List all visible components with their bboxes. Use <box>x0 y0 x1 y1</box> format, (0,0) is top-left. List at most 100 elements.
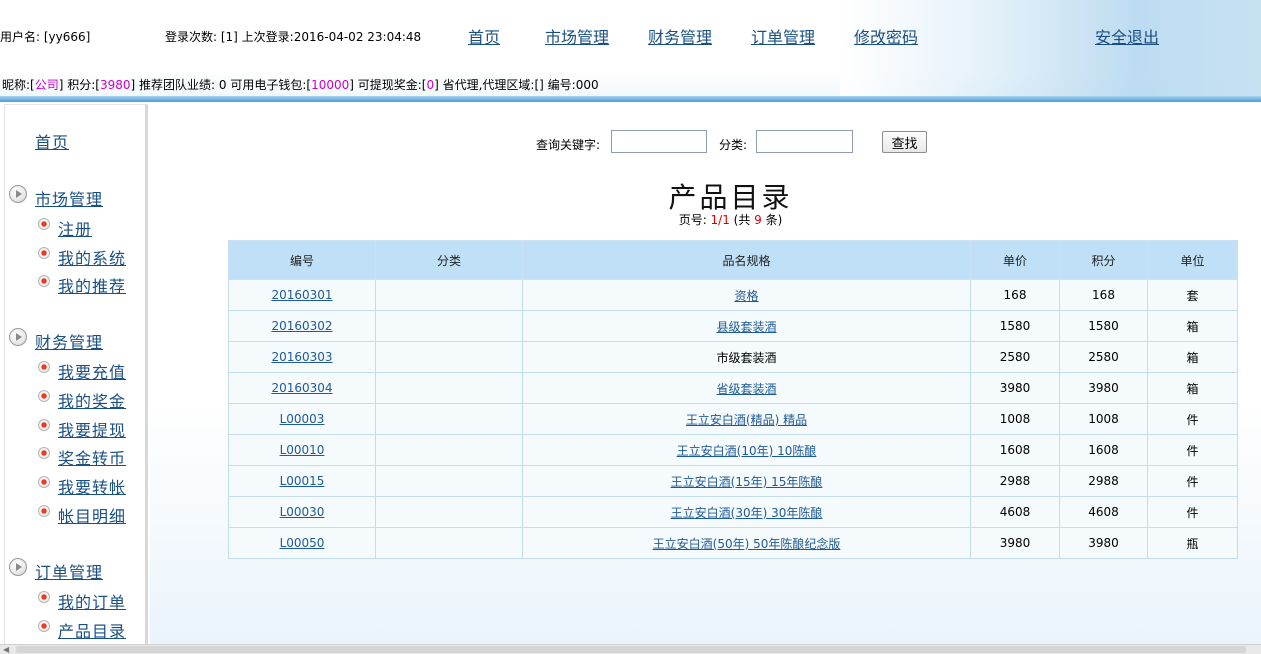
top-header: 用户名: [yy666] 登录次数: [1] 上次登录:2016-04-02 2… <box>0 0 1261 102</box>
bonus-value: 0 <box>426 78 435 92</box>
table-row: L00010 王立安白酒(10年) 10陈酿 1608 1608 件 <box>228 434 1238 466</box>
sidebar-item-statement[interactable]: 帐目明细 <box>58 503 126 527</box>
product-unit-cell: 件 <box>1147 403 1238 435</box>
search-keyword-input[interactable] <box>611 130 707 153</box>
scrollbar-thumb[interactable] <box>16 646 1246 653</box>
product-name-cell: 王立安白酒(50年) 50年陈酿纪念版 <box>522 527 971 559</box>
product-category-cell <box>375 372 523 404</box>
column-header-category: 分类 <box>375 240 523 280</box>
sidebar-group-market[interactable]: 市场管理 <box>35 186 103 210</box>
product-name-link[interactable]: 王立安白酒(50年) 50年陈酿纪念版 <box>653 537 841 551</box>
main-content: 查询关键字: 分类: 查找 产品目录 页号: 1/1 (共 9 条) 编号 分类… <box>150 102 1261 644</box>
header-sky-decoration <box>840 0 1261 100</box>
product-name-link[interactable]: 省级套装酒 <box>716 382 776 396</box>
search-keyword-label: 查询关键字: <box>536 138 601 152</box>
column-header-name: 品名规格 <box>522 240 971 280</box>
nav-orders-link[interactable]: 订单管理 <box>751 24 815 48</box>
search-button[interactable]: 查找 <box>882 131 927 153</box>
product-price-cell: 3980 <box>970 372 1060 404</box>
table-body: 20160301 资格 168 168 套 20160302 县级套装酒 1580 1580 箱 2… <box>228 279 1238 559</box>
sidebar-group-finance[interactable]: 财务管理 <box>35 329 103 353</box>
product-code-link[interactable]: L00050 <box>280 536 325 550</box>
sidebar-item-my-system[interactable]: 我的系统 <box>58 245 126 269</box>
page-info-mid: (共 <box>729 213 755 227</box>
product-name-link[interactable]: 王立安白酒(15年) 15年陈酿 <box>671 475 823 489</box>
nav-password-link[interactable]: 修改密码 <box>854 24 918 48</box>
logout-link[interactable]: 安全退出 <box>1095 24 1159 48</box>
product-name-cell: 王立安白酒(15年) 15年陈酿 <box>522 465 971 497</box>
product-code-link[interactable]: 20160303 <box>271 350 332 364</box>
horizontal-scrollbar[interactable]: ◀ <box>0 644 1261 654</box>
nav-finance-link[interactable]: 财务管理 <box>648 24 712 48</box>
sidebar-item-transfer[interactable]: 我要转帐 <box>58 474 126 498</box>
sidebar-home-link[interactable]: 首页 <box>35 129 69 153</box>
product-name-cell: 市级套装酒 <box>522 341 971 373</box>
product-code-link[interactable]: L00010 <box>280 443 325 457</box>
product-code-cell: 20160304 <box>228 372 376 404</box>
product-code-link[interactable]: 20160304 <box>271 381 332 395</box>
product-unit-cell: 件 <box>1147 465 1238 497</box>
product-price-cell: 3980 <box>970 527 1060 559</box>
product-name-link[interactable]: 县级套装酒 <box>716 320 776 334</box>
product-unit-cell: 件 <box>1147 434 1238 466</box>
login-info: 登录次数: [1] 上次登录:2016-04-02 23:04:48 <box>165 30 422 44</box>
sidebar-group-orders[interactable]: 订单管理 <box>35 559 103 583</box>
red-dot-bullet-icon <box>38 218 50 230</box>
table-row: 20160303 市级套装酒 2580 2580 箱 <box>228 341 1238 373</box>
table-row: L00015 王立安白酒(15年) 15年陈酿 2988 2988 件 <box>228 465 1238 497</box>
product-name-link[interactable]: 王立安白酒(精品) 精品 <box>686 413 807 427</box>
red-dot-bullet-icon <box>38 620 50 632</box>
red-dot-bullet-icon <box>38 419 50 431</box>
product-name-link[interactable]: 王立安白酒(10年) 10陈酿 <box>677 444 817 458</box>
table-row: 20160304 省级套装酒 3980 3980 箱 <box>228 372 1238 404</box>
product-code-cell: L00015 <box>228 465 376 497</box>
table-row: 20160302 县级套装酒 1580 1580 箱 <box>228 310 1238 342</box>
sidebar-item-my-referrals[interactable]: 我的推荐 <box>58 273 126 297</box>
product-name-cell: 王立安白酒(30年) 30年陈酿 <box>522 496 971 528</box>
red-dot-bullet-icon <box>38 505 50 517</box>
product-code-cell: L00003 <box>228 403 376 435</box>
bonus-label: ] 可提现奖金:[ <box>349 78 427 92</box>
column-header-unit: 单位 <box>1147 240 1238 280</box>
column-header-code: 编号 <box>228 240 376 280</box>
play-circle-icon <box>9 328 27 346</box>
total-count: 9 <box>754 213 762 227</box>
page-title: 产品目录 <box>668 181 793 214</box>
product-code-link[interactable]: L00030 <box>280 505 325 519</box>
search-category-label: 分类: <box>719 138 748 152</box>
product-category-cell <box>375 434 523 466</box>
nav-market-link[interactable]: 市场管理 <box>545 24 609 48</box>
product-category-cell <box>375 403 523 435</box>
sidebar-item-register[interactable]: 注册 <box>58 216 92 240</box>
red-dot-bullet-icon <box>38 275 50 287</box>
product-code-link[interactable]: L00003 <box>280 412 325 426</box>
product-table: 编号 分类 品名规格 单价 积分 单位 20160301 资格 168 168 套 201… <box>228 240 1238 559</box>
table-row: L00050 王立安白酒(50年) 50年陈酿纪念版 3980 3980 瓶 <box>228 527 1238 559</box>
red-dot-bullet-icon <box>38 361 50 373</box>
sidebar-item-recharge[interactable]: 我要充值 <box>58 359 126 383</box>
scroll-left-arrow-icon[interactable]: ◀ <box>3 646 13 654</box>
product-code-cell: 20160303 <box>228 341 376 373</box>
product-name-link[interactable]: 王立安白酒(30年) 30年陈酿 <box>671 506 823 520</box>
product-points-cell: 1008 <box>1059 403 1148 435</box>
red-dot-bullet-icon <box>38 447 50 459</box>
nav-home-link[interactable]: 首页 <box>468 24 500 48</box>
product-points-cell: 1608 <box>1059 434 1148 466</box>
product-unit-cell: 箱 <box>1147 341 1238 373</box>
sidebar-item-my-orders[interactable]: 我的订单 <box>58 589 126 613</box>
product-code-link[interactable]: L00015 <box>280 474 325 488</box>
product-code-link[interactable]: 20160301 <box>271 288 332 302</box>
product-code-cell: L00030 <box>228 496 376 528</box>
sidebar-item-my-bonus[interactable]: 我的奖金 <box>58 388 126 412</box>
sidebar-item-product-catalog[interactable]: 产品目录 <box>58 618 126 642</box>
sidebar-item-withdraw[interactable]: 我要提现 <box>58 417 126 441</box>
search-category-input[interactable] <box>756 130 853 153</box>
product-code-link[interactable]: 20160302 <box>271 319 332 333</box>
play-circle-icon <box>9 185 27 203</box>
sidebar-item-bonus-to-coin[interactable]: 奖金转币 <box>58 445 126 469</box>
product-unit-cell: 瓶 <box>1147 527 1238 559</box>
product-name-link[interactable]: 资格 <box>734 289 758 303</box>
product-category-cell <box>375 465 523 497</box>
left-sidebar: 首页 市场管理 注册 我的系统 我的推荐 财务管理 我要充值 我的奖金 我要提现… <box>4 104 148 644</box>
product-category-cell <box>375 496 523 528</box>
